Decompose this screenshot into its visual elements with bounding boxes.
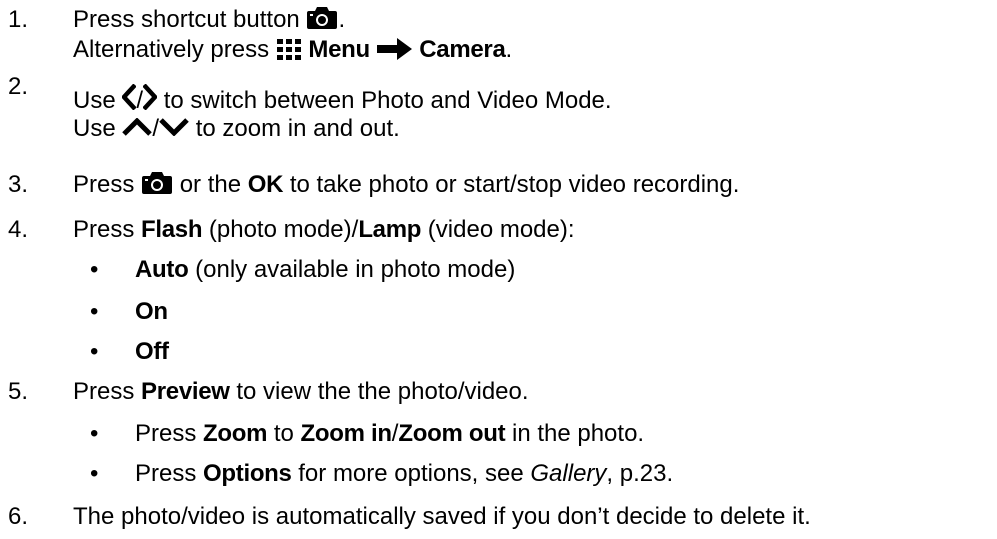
option-label: Auto [135,256,189,283]
option-label: On [135,298,168,325]
step-4-line-1: Press Flash (photo mode)/Lamp (video mod… [73,215,575,245]
zoom-out-label: Zoom out [398,420,506,447]
bullet-icon: • [90,298,99,325]
chevron-down-icon [159,118,189,136]
step-text: to take photo or start/stop video record… [289,171,740,198]
step-number: 2. [8,73,29,100]
option-label: Off [135,338,169,365]
step-text: Use [73,115,116,142]
preview-label: Preview [141,378,230,405]
step-2-line-2: Use / to zoom in and out. [73,114,400,144]
slash: / [136,87,144,114]
step-text: . [338,6,346,33]
chevron-up-icon [122,118,153,136]
preview-zoom-item: Press Zoom to Zoom in/Zoom out in the ph… [135,419,644,449]
grid-menu-icon [276,38,302,60]
instruction-page: 1. Press shortcut button . Alternatively… [0,0,997,539]
step-number: 5. [8,378,29,405]
camera-icon [306,6,338,30]
step-text: to switch between Photo and Video Mode. [163,87,612,114]
step-text: The photo/video is automatically saved i… [73,503,811,530]
step-number: 6. [8,503,29,530]
step-2-line-1: Use / to switch between Photo and Video … [73,84,612,116]
menu-label: Menu [308,36,370,63]
step-1-line-2: Alternatively press Menu Camera. [73,35,512,65]
step-text: to [273,420,294,447]
ok-label: OK [247,171,284,198]
camera-label: Camera [419,36,506,63]
bullet-icon: • [90,338,99,365]
gallery-reference: Gallery [530,460,607,487]
step-text: Press shortcut button [73,6,300,33]
step-text: Press [135,420,197,447]
step-text: or the [179,171,242,198]
bullet-icon: • [90,256,99,283]
option-note: (only available in photo mode) [195,256,516,283]
camera-icon [141,171,173,195]
step-text: for more options, see [298,460,524,487]
step-text: to view the the photo/video. [236,378,529,405]
step-number: 1. [8,6,29,33]
step-text: . [505,36,513,63]
options-label: Options [203,460,292,487]
chevron-left-icon [122,84,137,110]
slash: / [152,115,160,142]
step-text: Press [73,216,135,243]
flash-option-on: On [135,297,168,327]
lamp-label: Lamp [358,216,422,243]
step-text: Press [135,460,197,487]
bullet-icon: • [90,420,99,447]
step-text: to zoom in and out. [195,115,400,142]
chevron-right-icon [143,84,158,110]
step-text: (video mode): [427,216,575,243]
arrow-right-icon [376,38,413,60]
flash-option-auto: Auto (only available in photo mode) [135,255,515,285]
step-text: Press [73,171,135,198]
step-number: 3. [8,171,29,198]
step-5-line-1: Press Preview to view the the photo/vide… [73,377,529,407]
step-number: 4. [8,216,29,243]
preview-options-item: Press Options for more options, see Gall… [135,459,673,489]
step-text: Alternatively press [73,36,270,63]
bullet-icon: • [90,460,99,487]
zoom-label: Zoom [203,420,268,447]
flash-option-off: Off [135,337,169,367]
step-text: Press [73,378,135,405]
step-text: , p.23. [606,460,674,487]
flash-label: Flash [141,216,203,243]
step-1-line-1: Press shortcut button . [73,5,345,35]
step-3-line-1: Press or the OK to take photo or start/s… [73,170,739,200]
step-6-line-1: The photo/video is automatically saved i… [73,502,811,532]
step-text: (photo mode)/ [208,216,359,243]
step-text: in the photo. [511,420,645,447]
zoom-in-label: Zoom in [300,420,393,447]
step-text: Use [73,87,116,114]
